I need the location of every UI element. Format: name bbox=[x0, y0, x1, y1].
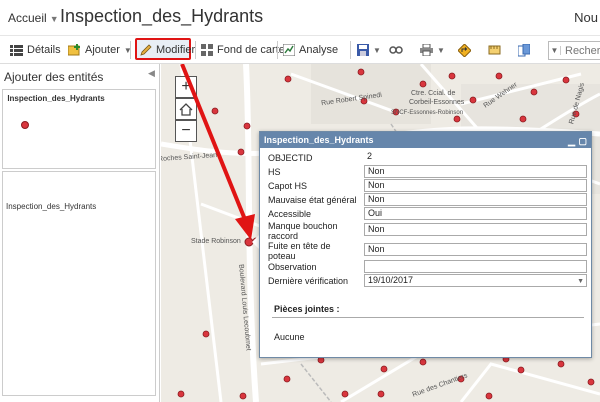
basemap-label: Fond de carte bbox=[217, 44, 285, 56]
toolbar-divider bbox=[277, 41, 278, 59]
details-icon bbox=[10, 44, 23, 56]
add-label: Ajouter bbox=[85, 44, 120, 56]
basemap-button[interactable]: Fond de carte bbox=[201, 40, 285, 60]
maximize-icon[interactable]: ▢ bbox=[578, 133, 587, 149]
popup-header: Inspection_des_Hydrants ▁ ▢ bbox=[260, 132, 591, 148]
field-label: HS bbox=[268, 167, 281, 177]
field-label: Capot HS bbox=[268, 181, 308, 191]
field-input-etat-general[interactable]: Non bbox=[364, 193, 587, 206]
add-features-panel: Ajouter des entités ◀ Inspection_des_Hyd… bbox=[0, 64, 160, 402]
page-title: Inspection_des_Hydrants bbox=[60, 6, 264, 26]
feature-popup: Inspection_des_Hydrants ▁ ▢ OBJECTID 2 H… bbox=[259, 131, 592, 358]
chevron-down-icon[interactable]: ▼ bbox=[549, 46, 561, 55]
template-list: Inspection_des_Hydrants bbox=[2, 171, 156, 396]
pencil-icon bbox=[140, 44, 152, 56]
search-input[interactable] bbox=[561, 44, 600, 57]
field-label: Mauvaise état général bbox=[268, 195, 357, 205]
attachments-empty: Aucune bbox=[274, 332, 305, 342]
details-label: Détails bbox=[27, 44, 61, 56]
field-label: Observation bbox=[268, 262, 317, 272]
add-button[interactable]: Ajouter ▼ bbox=[68, 40, 132, 60]
chevron-down-icon[interactable]: ▼ bbox=[437, 46, 445, 55]
toolbar: Détails Ajouter ▼ Modifier Fond de carte… bbox=[0, 36, 600, 64]
template-layer-name: Inspection_des_Hydrants bbox=[7, 94, 105, 103]
directions-button[interactable] bbox=[458, 40, 475, 60]
divider bbox=[272, 317, 584, 318]
analysis-label: Analyse bbox=[299, 44, 339, 56]
attachments-title: Pièces jointes : bbox=[274, 304, 340, 314]
edit-label: Modifier bbox=[156, 44, 196, 56]
measure-icon bbox=[488, 45, 501, 55]
analysis-icon bbox=[283, 44, 295, 56]
field-input-fuite[interactable]: Non bbox=[364, 243, 587, 256]
bookmark-icon bbox=[518, 43, 530, 56]
template-item-label[interactable]: Inspection_des_Hydrants bbox=[6, 202, 96, 212]
toolbar-divider bbox=[195, 41, 196, 59]
user-menu[interactable]: Nou bbox=[574, 10, 598, 25]
field-input-date-verification[interactable]: 19/10/2017 ▼ bbox=[364, 274, 587, 287]
field-label: Dernière vérification bbox=[268, 276, 349, 286]
minimize-icon[interactable]: ▁ bbox=[568, 133, 575, 149]
search-box[interactable]: ▼ bbox=[548, 41, 600, 60]
bookmarks-button[interactable] bbox=[518, 40, 534, 60]
chevron-down-icon[interactable]: ▼ bbox=[577, 276, 584, 287]
toolbar-divider bbox=[350, 41, 351, 59]
chevron-down-icon[interactable]: ▼ bbox=[50, 14, 59, 24]
measure-button[interactable] bbox=[488, 40, 505, 60]
field-label: OBJECTID bbox=[268, 153, 313, 163]
toolbar-divider bbox=[130, 41, 131, 59]
share-button[interactable] bbox=[389, 40, 407, 60]
field-input-observation[interactable] bbox=[364, 260, 587, 273]
panel-title: Ajouter des entités bbox=[4, 70, 104, 84]
field-label: Accessible bbox=[268, 209, 312, 219]
save-button[interactable]: ▼ bbox=[357, 40, 381, 60]
field-label: Manque bouchon raccord bbox=[268, 221, 338, 241]
field-input-accessible[interactable]: Oui bbox=[364, 207, 587, 220]
home-menu[interactable]: Accueil ▼ bbox=[8, 11, 59, 25]
save-icon bbox=[357, 44, 369, 56]
date-value: 19/10/2017 bbox=[368, 275, 414, 285]
field-input-bouchon[interactable]: Non bbox=[364, 223, 587, 236]
link-icon bbox=[389, 46, 403, 54]
print-icon bbox=[420, 44, 433, 56]
chevron-down-icon[interactable]: ▼ bbox=[373, 46, 381, 55]
field-value-objectid: 2 bbox=[364, 151, 587, 164]
directions-icon bbox=[458, 43, 471, 57]
home-label[interactable]: Accueil bbox=[8, 11, 47, 25]
hydrant-template-symbol[interactable] bbox=[21, 121, 29, 129]
field-label: Fuite en tête de poteau bbox=[268, 241, 331, 261]
popup-title: Inspection_des_Hydrants bbox=[264, 135, 374, 145]
edit-button[interactable]: Modifier bbox=[140, 40, 195, 60]
details-button[interactable]: Détails bbox=[10, 40, 61, 60]
template-picker: Inspection_des_Hydrants bbox=[2, 89, 156, 169]
field-input-capot-hs[interactable]: Non bbox=[364, 179, 587, 192]
basemap-icon bbox=[201, 44, 213, 56]
field-input-hs[interactable]: Non bbox=[364, 165, 587, 178]
add-icon bbox=[68, 43, 80, 55]
print-button[interactable]: ▼ bbox=[420, 40, 445, 60]
app-header: Accueil ▼ Inspection_des_Hydrants Nou bbox=[0, 0, 600, 36]
collapse-left-icon[interactable]: ◀ bbox=[148, 68, 155, 79]
analysis-button[interactable]: Analyse bbox=[283, 40, 338, 60]
